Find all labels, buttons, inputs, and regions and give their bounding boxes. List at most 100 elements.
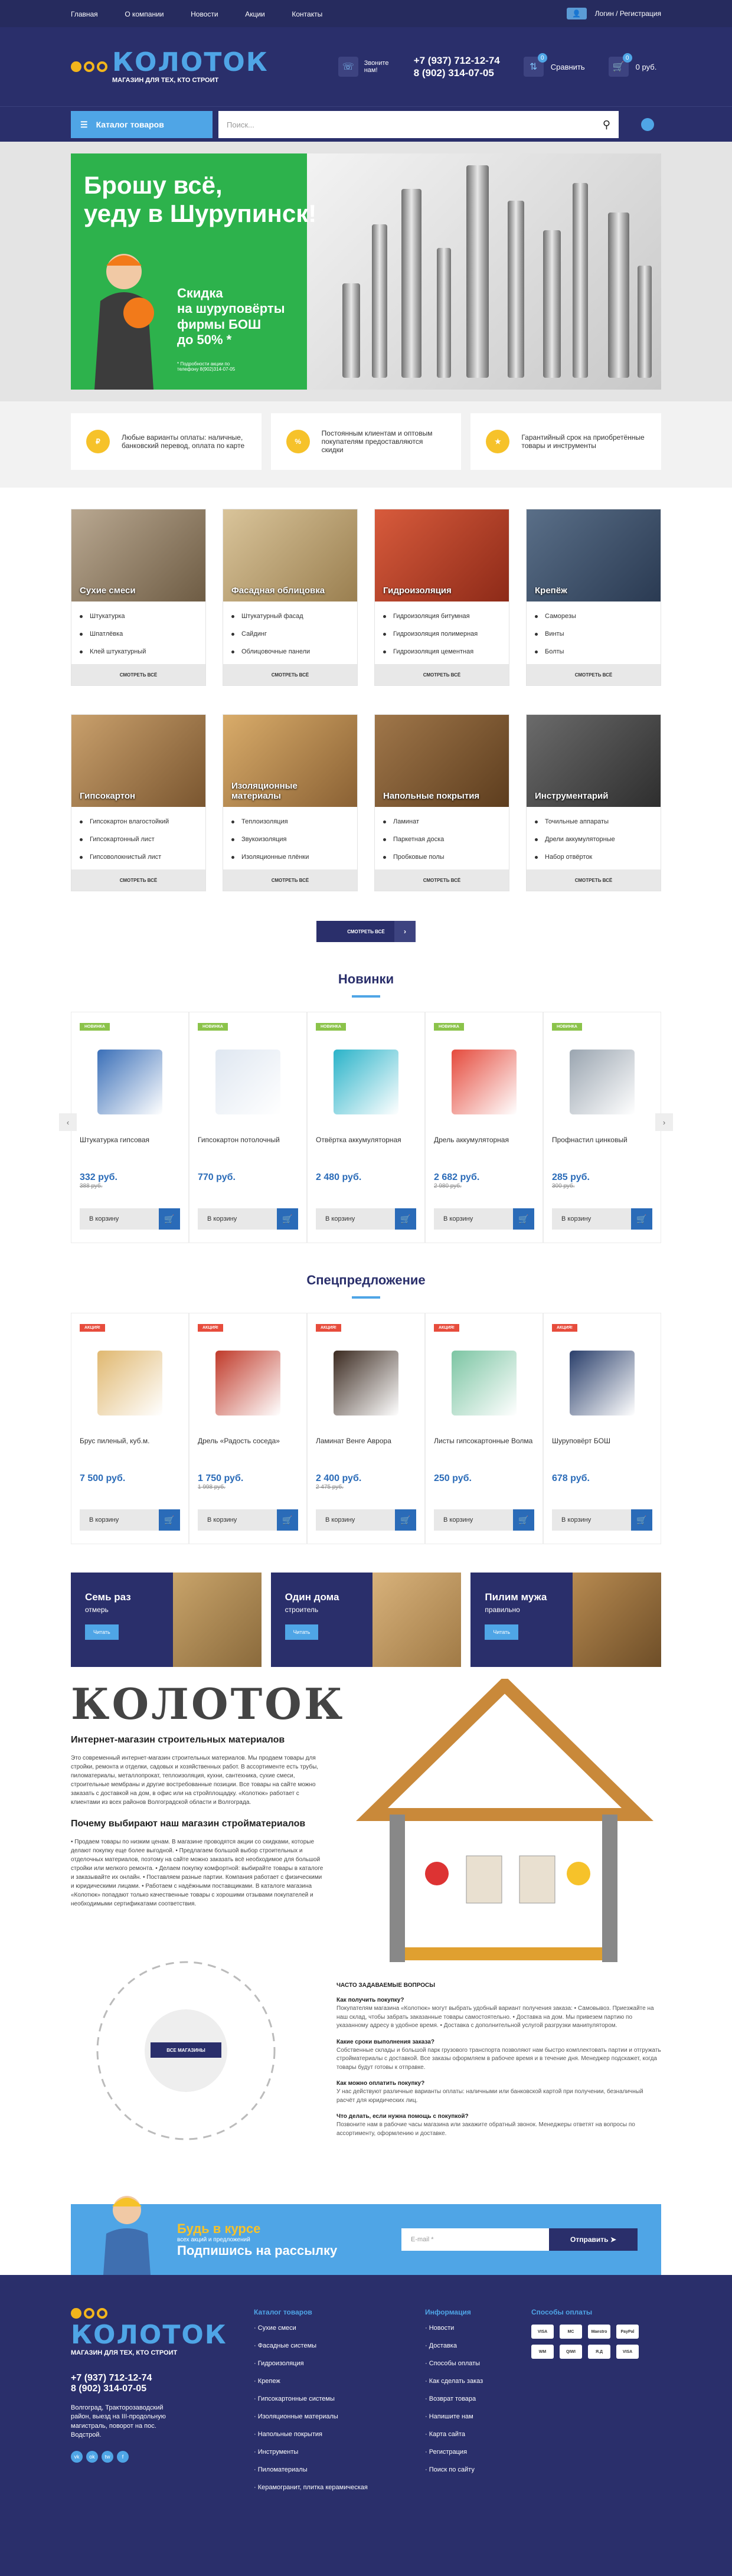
product-image[interactable] bbox=[316, 1339, 416, 1427]
category-link[interactable]: Гидроизоляция полимерная bbox=[383, 625, 501, 643]
footer-info-link[interactable]: Поиск по сайту bbox=[425, 2466, 531, 2473]
nav-home-link[interactable]: Главная bbox=[71, 10, 98, 18]
product-name[interactable]: Ламинат Венге Аврора bbox=[316, 1437, 416, 1467]
category-link[interactable]: Набор отвёрток bbox=[535, 848, 652, 866]
footer-catalog-link[interactable]: Гидроизоляция bbox=[254, 2360, 425, 2367]
promo-read-button[interactable]: Читать bbox=[485, 1624, 519, 1640]
category-image[interactable]: Гипсокартон bbox=[71, 715, 205, 807]
category-image[interactable]: Гидроизоляция bbox=[375, 509, 509, 601]
footer-info-link[interactable]: Напишите нам bbox=[425, 2413, 531, 2420]
compare-button[interactable]: ⇅ 0 Сравнить bbox=[523, 53, 585, 77]
product-card[interactable]: НОВИНКА Дрель аккумуляторная 2 682 руб. … bbox=[425, 1012, 543, 1243]
category-card[interactable]: Гидроизоляция Гидроизоляция битумная Гидро… bbox=[374, 509, 509, 686]
footer-catalog-link[interactable]: Изоляционные материалы bbox=[254, 2413, 425, 2420]
footer-info-link[interactable]: Возврат товара bbox=[425, 2395, 531, 2402]
cart-button[interactable]: 🛒 0 0 руб. bbox=[608, 53, 656, 77]
product-image[interactable] bbox=[80, 1339, 180, 1427]
vk-icon[interactable]: vk bbox=[71, 2450, 83, 2463]
footer-phone-2[interactable]: 8 (902) 314-07-05 bbox=[71, 2384, 254, 2394]
nav-promo-link[interactable]: Акции bbox=[245, 10, 265, 18]
footer-catalog-link[interactable]: Фасадные системы bbox=[254, 2342, 425, 2349]
ok-icon[interactable]: ok bbox=[86, 2450, 98, 2463]
phone-2[interactable]: 8 (902) 314-07-05 bbox=[414, 67, 500, 79]
category-card[interactable]: Гипсокартон Гипсокартон влагостойкий Гипсо… bbox=[71, 714, 206, 891]
category-show-all-button[interactable]: СМОТРЕТЬ ВСЁ bbox=[71, 664, 205, 685]
category-show-all-button[interactable]: СМОТРЕТЬ ВСЁ bbox=[527, 869, 661, 891]
footer-catalog-link[interactable]: Напольные покрытия bbox=[254, 2431, 425, 2438]
category-show-all-button[interactable]: СМОТРЕТЬ ВСЁ bbox=[375, 869, 509, 891]
category-link[interactable]: Гипсокартонный лист bbox=[80, 831, 197, 848]
search-input[interactable]: Поиск... ⚲ bbox=[218, 111, 619, 138]
footer-info-link[interactable]: Новости bbox=[425, 2325, 531, 2332]
facebook-icon[interactable]: f bbox=[117, 2450, 129, 2463]
add-to-cart-button[interactable]: В корзину 🛒 bbox=[198, 1208, 298, 1230]
category-card[interactable]: Крепёж Саморезы Винты Болты СМОТРЕТЬ ВСЁ bbox=[526, 509, 661, 686]
add-to-cart-button[interactable]: В корзину 🛒 bbox=[552, 1509, 652, 1531]
category-link[interactable]: Теплоизоляция bbox=[231, 813, 349, 831]
category-show-all-button[interactable]: СМОТРЕТЬ ВСЁ bbox=[527, 664, 661, 685]
add-to-cart-button[interactable]: В корзину 🛒 bbox=[80, 1509, 180, 1531]
product-name[interactable]: Гипсокартон потолочный bbox=[198, 1136, 298, 1166]
catalog-button[interactable]: ☰ Каталог товаров bbox=[71, 111, 213, 138]
promo-card[interactable]: Один дома строитель Читать bbox=[270, 1573, 462, 1667]
product-image[interactable] bbox=[434, 1038, 534, 1126]
add-to-cart-button[interactable]: В корзину 🛒 bbox=[198, 1509, 298, 1531]
product-name[interactable]: Дрель аккумуляторная bbox=[434, 1136, 534, 1166]
footer-catalog-link[interactable]: Керамогранит, плитка керамическая bbox=[254, 2484, 425, 2491]
product-card[interactable]: НОВИНКА Профнастил цинковый 285 руб. 300… bbox=[543, 1012, 661, 1243]
category-link[interactable]: Клей штукатурный bbox=[80, 643, 197, 661]
add-to-cart-button[interactable]: В корзину 🛒 bbox=[434, 1509, 534, 1531]
category-card[interactable]: Фасадная облицовка Штукатурный фасад Сайди… bbox=[223, 509, 358, 686]
register-link[interactable]: Регистрация bbox=[620, 9, 661, 18]
product-card[interactable]: АКЦИЯ! Шуруповёрт БОШ 678 руб. В корзину… bbox=[543, 1313, 661, 1544]
product-card[interactable]: АКЦИЯ! Ламинат Венге Аврора 2 400 руб. 2… bbox=[307, 1313, 425, 1544]
category-card[interactable]: Изоляционные материалы Теплоизоляция Звуко… bbox=[223, 714, 358, 891]
category-show-all-button[interactable]: СМОТРЕТЬ ВСЁ bbox=[223, 869, 357, 891]
product-name[interactable]: Брус пиленый, куб.м. bbox=[80, 1437, 180, 1467]
category-link[interactable]: Штукатурный фасад bbox=[231, 607, 349, 625]
footer-phone-1[interactable]: +7 (937) 712-12-74 bbox=[71, 2373, 254, 2384]
category-image[interactable]: Фасадная облицовка bbox=[223, 509, 357, 601]
product-name[interactable]: Дрель «Радость соседа» bbox=[198, 1437, 298, 1467]
category-image[interactable]: Сухие смеси bbox=[71, 509, 205, 601]
category-link[interactable]: Винты bbox=[535, 625, 652, 643]
category-link[interactable]: Ламинат bbox=[383, 813, 501, 831]
category-link[interactable]: Звукоизоляция bbox=[231, 831, 349, 848]
carousel-prev-button[interactable]: ‹ bbox=[59, 1113, 77, 1131]
footer-info-link[interactable]: Регистрация bbox=[425, 2448, 531, 2456]
product-card[interactable]: АКЦИЯ! Брус пиленый, куб.м. 7 500 руб. В… bbox=[71, 1313, 189, 1544]
category-image[interactable]: Изоляционные материалы bbox=[223, 715, 357, 807]
add-to-cart-button[interactable]: В корзину 🛒 bbox=[316, 1509, 416, 1531]
footer-catalog-link[interactable]: Пиломатериалы bbox=[254, 2466, 425, 2473]
category-link[interactable]: Гипсоволокнистый лист bbox=[80, 848, 197, 866]
show-all-button[interactable]: СМОТРЕТЬ ВСЁ › bbox=[316, 921, 416, 942]
category-image[interactable]: Крепёж bbox=[527, 509, 661, 601]
category-link[interactable]: Сайдинг bbox=[231, 625, 349, 643]
user-icon[interactable]: 👤 bbox=[566, 8, 587, 19]
category-link[interactable]: Саморезы bbox=[535, 607, 652, 625]
all-stores-button[interactable]: ВСЕ МАГАЗИНЫ bbox=[151, 2042, 221, 2058]
footer-info-link[interactable]: Как сделать заказ bbox=[425, 2378, 531, 2385]
promo-banner[interactable]: Брошу всё, уеду в Шурупинск! Скидка на ш… bbox=[71, 153, 661, 390]
category-link[interactable]: Гидроизоляция битумная bbox=[383, 607, 501, 625]
product-image[interactable] bbox=[198, 1038, 298, 1126]
category-link[interactable]: Гидроизоляция цементная bbox=[383, 643, 501, 661]
footer-info-link[interactable]: Способы оплаты bbox=[425, 2360, 531, 2367]
category-link[interactable]: Шпатлёвка bbox=[80, 625, 197, 643]
nav-news-link[interactable]: Новости bbox=[191, 10, 218, 18]
product-name[interactable]: Шуруповёрт БОШ bbox=[552, 1437, 652, 1467]
login-link[interactable]: Логин bbox=[595, 9, 614, 18]
send-button[interactable]: Отправить ➤ bbox=[549, 2228, 638, 2251]
category-show-all-button[interactable]: СМОТРЕТЬ ВСЁ bbox=[375, 664, 509, 685]
product-name[interactable]: Штукатурка гипсовая bbox=[80, 1136, 180, 1166]
add-to-cart-button[interactable]: В корзину 🛒 bbox=[552, 1208, 652, 1230]
product-name[interactable]: Профнастил цинковый bbox=[552, 1136, 652, 1166]
footer-catalog-link[interactable]: Крепеж bbox=[254, 2378, 425, 2385]
product-image[interactable] bbox=[80, 1038, 180, 1126]
add-to-cart-button[interactable]: В корзину 🛒 bbox=[80, 1208, 180, 1230]
promo-card[interactable]: Пилим мужа правильно Читать bbox=[470, 1573, 662, 1667]
promo-card[interactable]: Семь раз отмерь Читать bbox=[71, 1573, 262, 1667]
logo[interactable]: КОЛОТОК МАГАЗИН ДЛЯ ТЕХ, КТО СТРОИТ bbox=[71, 50, 269, 84]
category-show-all-button[interactable]: СМОТРЕТЬ ВСЁ bbox=[223, 664, 357, 685]
product-image[interactable] bbox=[198, 1339, 298, 1427]
